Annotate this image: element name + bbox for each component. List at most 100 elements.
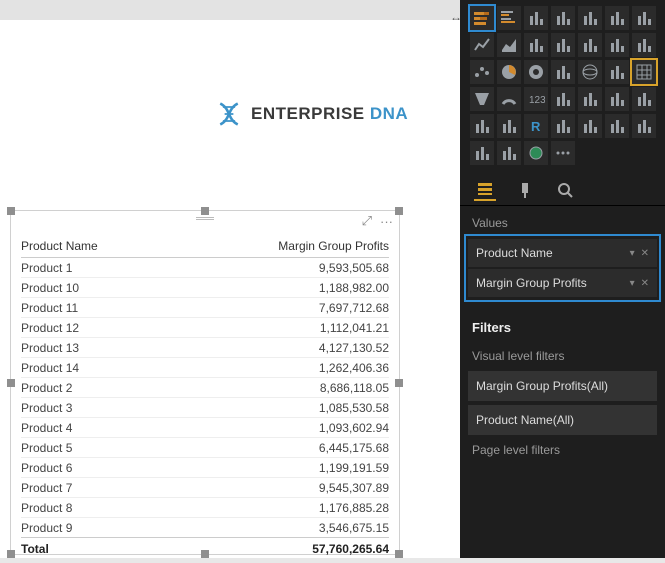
data-table: Product Name Margin Group Profits Produc…: [21, 235, 389, 559]
well-label: Margin Group Profits: [476, 276, 587, 290]
vis-more-icon[interactable]: [551, 141, 575, 165]
table-row[interactable]: Product 93,546,675.15: [21, 518, 389, 538]
vis-custom-1-icon[interactable]: [470, 141, 494, 165]
field-well[interactable]: Product Name ▾ ✕: [468, 239, 657, 267]
drag-grip-icon[interactable]: [196, 217, 214, 220]
cell-value: 9,593,505.68: [172, 258, 389, 278]
vis-line-col-stacked-icon[interactable]: [578, 33, 602, 57]
cell-name: Product 10: [21, 278, 172, 298]
vis-multi-card-icon[interactable]: [551, 87, 575, 111]
cell-name: Product 1: [21, 258, 172, 278]
visualization-picker: 123 R: [460, 0, 665, 173]
cell-value: 6,445,175.68: [172, 438, 389, 458]
vis-r-script-icon[interactable]: R: [524, 114, 548, 138]
cell-value: 7,697,712.68: [172, 298, 389, 318]
table-row[interactable]: Product 101,188,982.00: [21, 278, 389, 298]
dna-icon: [215, 100, 243, 128]
vis-stacked-column-icon[interactable]: [551, 6, 575, 30]
well-label: Product Name: [476, 246, 553, 260]
table-row[interactable]: Product 28,686,118.05: [21, 378, 389, 398]
vis-arcgis-icon[interactable]: [551, 114, 575, 138]
vis-treemap-icon[interactable]: [551, 60, 575, 84]
vis-sparkline-icon[interactable]: [605, 114, 629, 138]
table-row[interactable]: Product 134,127,130.52: [21, 338, 389, 358]
vis-py-visual-icon[interactable]: [497, 114, 521, 138]
vis-custom-2-icon[interactable]: [497, 141, 521, 165]
total-label: Total: [21, 538, 172, 559]
cell-name: Product 2: [21, 378, 172, 398]
vis-donut-icon[interactable]: [524, 60, 548, 84]
column-header[interactable]: Product Name: [21, 235, 172, 258]
vis-pie-icon[interactable]: [497, 60, 521, 84]
vis-100-column-icon[interactable]: [605, 6, 629, 30]
cell-value: 1,199,191.59: [172, 458, 389, 478]
vis-100-bar-icon[interactable]: [524, 6, 548, 30]
chevron-down-icon[interactable]: ▾: [630, 248, 635, 259]
svg-text:R: R: [531, 119, 541, 134]
resize-handle[interactable]: [395, 550, 403, 558]
chevron-down-icon[interactable]: ▾: [630, 278, 635, 289]
resize-handle[interactable]: [395, 379, 403, 387]
table-row[interactable]: Product 61,199,191.59: [21, 458, 389, 478]
vis-area-icon[interactable]: [497, 33, 521, 57]
remove-icon[interactable]: ✕: [641, 278, 649, 289]
vis-waterfall-icon[interactable]: [632, 33, 656, 57]
focus-mode-icon[interactable]: ⤢: [362, 213, 372, 229]
table-row[interactable]: Product 31,085,530.58: [21, 398, 389, 418]
table-row[interactable]: Product 117,697,712.68: [21, 298, 389, 318]
tab-analytics[interactable]: [554, 179, 576, 201]
filter-chip[interactable]: Product Name(All): [468, 405, 657, 435]
table-row[interactable]: Product 56,445,175.68: [21, 438, 389, 458]
table-visual[interactable]: ⤢ ··· Product Name Margin Group Profits …: [10, 210, 400, 555]
cell-name: Product 8: [21, 498, 172, 518]
vis-scatter-icon[interactable]: [470, 60, 494, 84]
table-row[interactable]: Product 141,262,406.36: [21, 358, 389, 378]
table-row[interactable]: Product 121,112,041.21: [21, 318, 389, 338]
resize-handle[interactable]: [201, 550, 209, 558]
remove-icon[interactable]: ✕: [641, 248, 649, 259]
vis-gauge-icon[interactable]: [497, 87, 521, 111]
table-row[interactable]: Product 19,593,505.68: [21, 258, 389, 278]
page-filters-label: Page level filters: [460, 439, 665, 465]
vis-ribbon-icon[interactable]: [605, 33, 629, 57]
cell-name: Product 12: [21, 318, 172, 338]
cell-value: 1,085,530.58: [172, 398, 389, 418]
vis-clustered-bar-icon[interactable]: [497, 6, 521, 30]
vis-clustered-column-icon[interactable]: [578, 6, 602, 30]
table-row[interactable]: Product 79,545,307.89: [21, 478, 389, 498]
resize-handle[interactable]: [7, 550, 15, 558]
vis-map-icon[interactable]: [578, 60, 602, 84]
tab-fields[interactable]: [474, 179, 496, 201]
vis-table-icon[interactable]: [632, 87, 656, 111]
vis-filled-map-icon[interactable]: [605, 60, 629, 84]
vis-table-2-icon[interactable]: [578, 114, 602, 138]
vis-line-icon[interactable]: [470, 33, 494, 57]
vis-slicer-icon[interactable]: [605, 87, 629, 111]
visual-header: ⤢ ···: [11, 211, 399, 231]
vis-line-col-icon[interactable]: [551, 33, 575, 57]
resize-handle[interactable]: [7, 379, 15, 387]
app-toolbar-spacer: [0, 0, 460, 20]
vis-shape-icon[interactable]: [632, 114, 656, 138]
column-header[interactable]: Margin Group Profits: [172, 235, 389, 258]
cell-value: 1,176,885.28: [172, 498, 389, 518]
vis-card-icon[interactable]: 123: [524, 87, 548, 111]
filter-chip[interactable]: Margin Group Profits(All): [468, 371, 657, 401]
field-well[interactable]: Margin Group Profits ▾ ✕: [468, 269, 657, 297]
vis-matrix-icon[interactable]: [632, 60, 656, 84]
cell-name: Product 9: [21, 518, 172, 538]
vis-combo-column-icon[interactable]: [632, 6, 656, 30]
vis-globe-icon[interactable]: [524, 141, 548, 165]
vis-stacked-bar-icon[interactable]: [470, 6, 494, 30]
vis-funnel-icon[interactable]: [470, 87, 494, 111]
field-format-tabs: [460, 173, 665, 206]
visual-filters-label: Visual level filters: [460, 345, 665, 371]
vis-stacked-area-icon[interactable]: [524, 33, 548, 57]
vis-r-visual-icon[interactable]: [470, 114, 494, 138]
table-row[interactable]: Product 41,093,602.94: [21, 418, 389, 438]
tab-format[interactable]: [514, 179, 536, 201]
table-row[interactable]: Product 81,176,885.28: [21, 498, 389, 518]
report-canvas[interactable]: ENTERPRISE DNA ⤢ ··· Product Name Margin…: [0, 20, 460, 558]
more-options-icon[interactable]: ···: [380, 214, 393, 229]
vis-kpi-icon[interactable]: [578, 87, 602, 111]
